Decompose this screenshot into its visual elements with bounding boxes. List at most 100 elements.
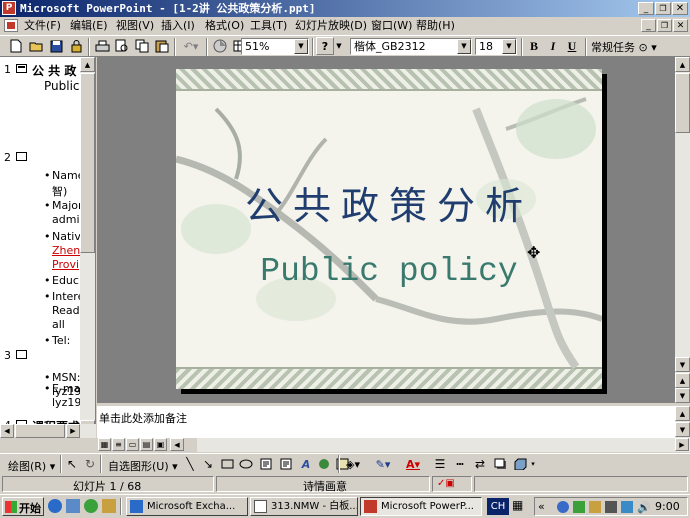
scroll-left-icon[interactable]: ◀ — [170, 438, 184, 451]
tray-app-icon[interactable] — [589, 501, 601, 513]
insert-chart-icon[interactable] — [210, 37, 230, 55]
quicklaunch-app-icon[interactable] — [102, 499, 116, 513]
zoom-select[interactable]: 51% ▼ — [241, 38, 309, 55]
outline-pane[interactable]: 1 公 共 政 Public 2 • Name 智) • Major admin… — [0, 57, 96, 435]
tray-expand-icon[interactable]: « — [538, 500, 545, 513]
quicklaunch-desktop-icon[interactable] — [66, 499, 80, 513]
normal-view-icon[interactable]: ▦ — [98, 438, 111, 451]
oval-icon[interactable] — [236, 455, 256, 473]
doc-minimize-button[interactable]: _ — [641, 19, 656, 32]
shadow-style-icon[interactable] — [490, 455, 510, 473]
rotate-icon[interactable]: ↻ — [80, 455, 100, 473]
arrow-icon[interactable]: ↘ — [198, 455, 218, 473]
scroll-up-icon[interactable]: ▲ — [675, 57, 690, 72]
scroll-up-icon[interactable]: ▲ — [675, 406, 690, 421]
autoshapes-menu-button[interactable]: 自选图形(U) ▾ — [108, 458, 178, 474]
scroll-up-icon[interactable]: ▲ — [80, 57, 95, 72]
wordart-icon[interactable]: A — [296, 455, 316, 473]
vertical-textbox-icon[interactable] — [276, 455, 296, 473]
help-chevron-icon[interactable]: ▼ — [334, 37, 344, 55]
bold-button[interactable]: B — [524, 37, 544, 55]
textbox-icon[interactable] — [256, 455, 276, 473]
font-size-select[interactable]: 18 ▼ — [475, 38, 517, 55]
font-color-icon[interactable]: A▾ — [400, 455, 426, 473]
slide-title[interactable]: 公共政策分析 — [176, 175, 602, 230]
dash-style-icon[interactable]: ┅ — [450, 455, 470, 473]
undo-icon[interactable]: ↶▾ — [178, 37, 204, 55]
minimize-button[interactable]: _ — [638, 2, 654, 15]
arrow-style-icon[interactable]: ⇄ — [470, 455, 490, 473]
slide-icon[interactable] — [16, 350, 27, 359]
toolbar-options-icon[interactable]: ▾ — [528, 455, 538, 473]
menu-help[interactable]: 帮助(H) — [416, 17, 455, 34]
open-icon[interactable] — [26, 37, 46, 55]
menu-view[interactable]: 视图(V) — [116, 17, 154, 34]
outline-hscroll[interactable]: ◀ ▶ — [0, 424, 96, 438]
close-button[interactable]: ✕ — [672, 2, 688, 15]
outline-scrollbar[interactable]: ▲ ▼ — [80, 57, 95, 435]
scroll-down-icon[interactable]: ▼ — [675, 422, 690, 437]
tray-monitor-icon[interactable] — [605, 501, 617, 513]
task-pane-button[interactable]: 常规任务 ⊙ ▾ — [591, 39, 657, 55]
doc-restore-button[interactable]: ❐ — [657, 19, 672, 32]
menu-file[interactable]: 文件(F) — [24, 17, 61, 34]
slide-icon[interactable] — [16, 64, 27, 73]
notes-pane[interactable]: 单击此处添加备注 ▲ ▼ — [97, 404, 690, 438]
fill-color-icon[interactable]: ◈▾ — [340, 455, 366, 473]
menu-insert[interactable]: 插入(I) — [161, 17, 195, 34]
select-arrow-icon[interactable]: ↖ — [62, 455, 82, 473]
doc-close-button[interactable]: ✕ — [673, 19, 688, 32]
font-name-select[interactable]: 楷体_GB2312 ▼ — [350, 38, 472, 55]
maximize-button[interactable]: ❐ — [655, 2, 671, 15]
start-button[interactable]: 开始 — [2, 497, 44, 516]
scroll-thumb[interactable] — [80, 73, 95, 253]
previous-slide-icon[interactable]: ▲ — [675, 373, 690, 388]
diagram-icon[interactable] — [314, 455, 334, 473]
taskbar-item-powerpoint[interactable]: Microsoft PowerP... — [360, 497, 482, 516]
scroll-right-icon[interactable]: ▶ — [675, 438, 689, 451]
ime-indicator[interactable]: CH — [487, 498, 509, 515]
slide-canvas[interactable]: 公共政策分析 Public policy — [176, 69, 602, 389]
line-icon[interactable]: ╲ — [180, 455, 200, 473]
next-slide-icon[interactable]: ▼ — [675, 388, 690, 403]
help-icon[interactable]: ? — [316, 37, 334, 55]
menu-tools[interactable]: 工具(T) — [250, 17, 287, 34]
spellcheck-icon[interactable]: ✓▣ — [437, 478, 455, 489]
slideshow-icon[interactable]: ▣ — [154, 438, 167, 451]
line-style-icon[interactable]: ☰ — [430, 455, 450, 473]
taskbar-item-exchange[interactable]: Microsoft Excha... — [126, 497, 248, 516]
scroll-right-icon[interactable]: ▶ — [66, 424, 80, 438]
slide-view-icon[interactable]: ▭ — [126, 438, 139, 451]
line-color-icon[interactable]: ✎▾ — [370, 455, 396, 473]
volume-icon[interactable]: 🔊 — [637, 501, 651, 514]
permission-icon[interactable] — [66, 37, 86, 55]
tray-app-icon[interactable] — [573, 501, 585, 513]
notes-scrollbar[interactable]: ▲ ▼ — [675, 406, 690, 438]
slide-icon[interactable] — [16, 152, 27, 161]
doc-icon[interactable] — [4, 19, 18, 32]
rectangle-icon[interactable] — [217, 455, 237, 473]
scroll-down-icon[interactable]: ▼ — [675, 357, 690, 372]
quicklaunch-ie-icon[interactable] — [48, 499, 62, 513]
scroll-thumb[interactable] — [675, 73, 690, 133]
3d-style-icon[interactable] — [510, 455, 530, 473]
paste-icon[interactable] — [152, 37, 172, 55]
scroll-left-icon[interactable]: ◀ — [0, 424, 14, 438]
menu-format[interactable]: 格式(O) — [205, 17, 244, 34]
menu-slideshow[interactable]: 幻灯片放映(D) — [295, 17, 367, 34]
taskbar-item-whiteboard[interactable]: 313.NMW - 白板... — [250, 497, 358, 516]
save-icon[interactable] — [46, 37, 66, 55]
new-icon[interactable] — [6, 37, 26, 55]
menu-edit[interactable]: 编辑(E) — [70, 17, 108, 34]
main-hscroll[interactable]: ▶ — [197, 438, 690, 452]
tray-app-icon[interactable] — [621, 501, 633, 513]
menu-window[interactable]: 窗口(W) — [371, 17, 412, 34]
quicklaunch-media-icon[interactable] — [84, 499, 98, 513]
network-icon[interactable] — [557, 501, 569, 513]
title-bar[interactable]: P Microsoft PowerPoint - [1-2讲 公共政策分析.pp… — [0, 0, 690, 17]
clock[interactable]: 9:00 — [655, 500, 680, 513]
hscroll-thumb[interactable] — [15, 424, 65, 438]
copy-icon[interactable] — [132, 37, 152, 55]
underline-button[interactable]: U — [562, 37, 582, 55]
draw-menu-button[interactable]: 绘图(R) ▾ — [8, 458, 55, 474]
